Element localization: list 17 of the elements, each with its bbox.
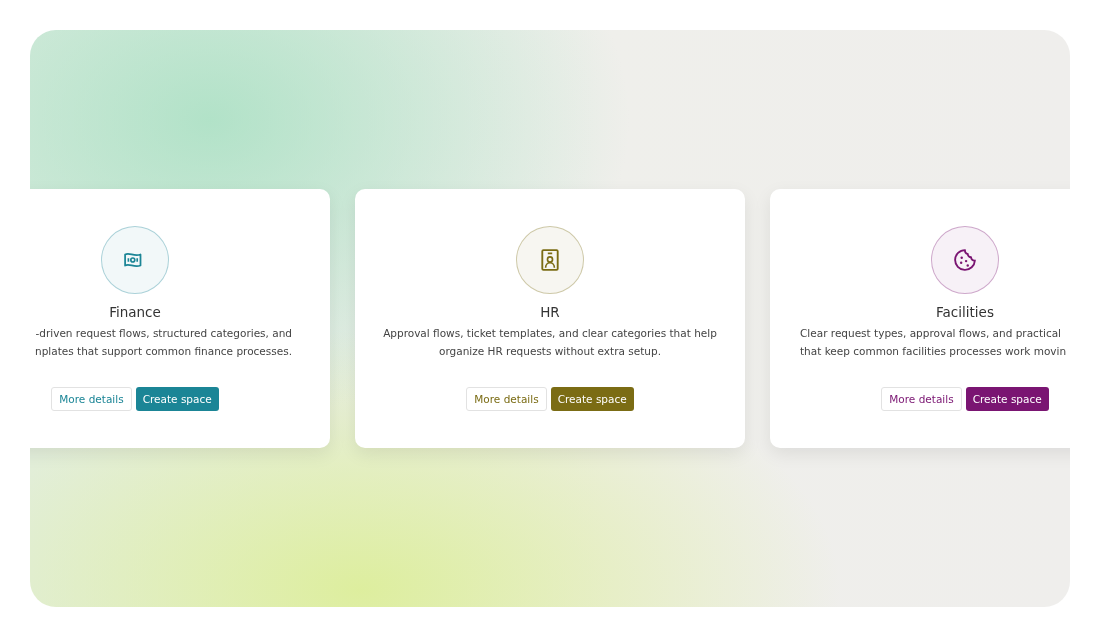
more-details-button[interactable]: More details — [881, 387, 962, 411]
create-space-button[interactable]: Create space — [550, 387, 634, 411]
description-text: nplates that support common finance processes. — [34, 344, 292, 359]
card-title: Finance — [109, 304, 161, 320]
description-text: Clear request types, approval flows, and practical — [800, 326, 1063, 341]
more-details-button[interactable]: More details — [51, 387, 132, 411]
description-text: that keep common facilities processes work movin — [800, 344, 1068, 359]
id-badge-icon — [539, 249, 561, 271]
card-title: HR — [540, 304, 560, 320]
description-text: Approval flows, ticket templates, and clear categories that help — [383, 326, 717, 341]
card-title: Facilities — [936, 304, 994, 320]
cookie-icon — [954, 249, 976, 271]
description-text: -driven request flows, structured categories, and — [34, 326, 292, 341]
description-text: organize HR requests without extra setup. — [439, 344, 661, 359]
create-space-button[interactable]: Create space — [965, 387, 1049, 411]
more-details-button[interactable]: More details — [466, 387, 547, 411]
create-space-button[interactable]: Create space — [135, 387, 219, 411]
